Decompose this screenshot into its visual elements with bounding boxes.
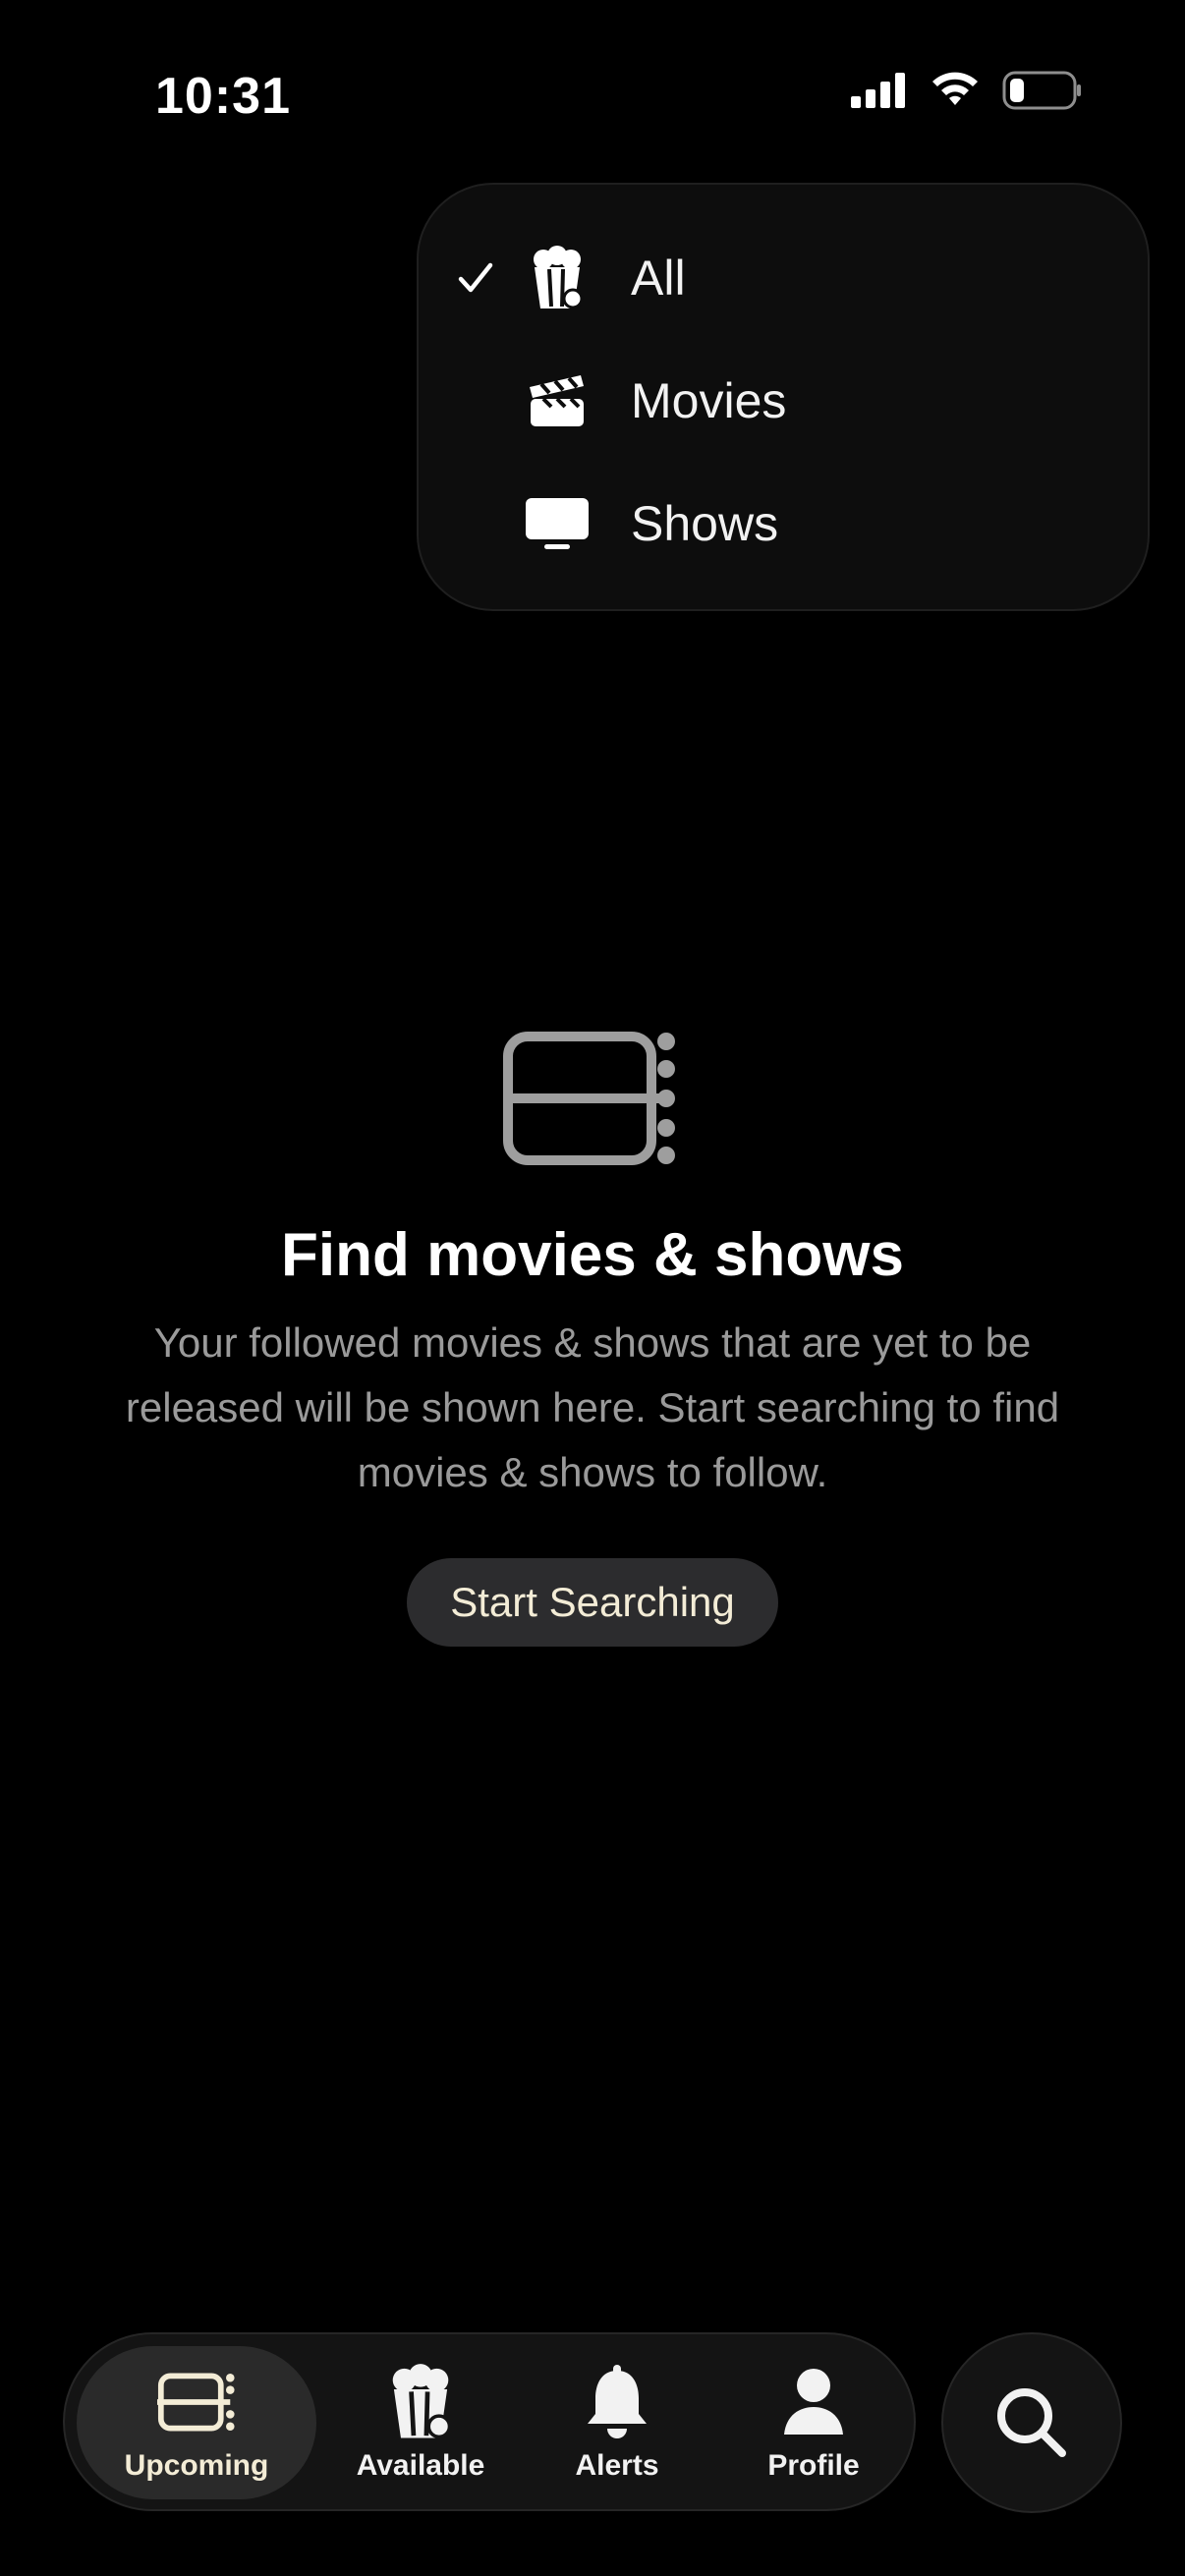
filter-option-label: All <box>631 251 686 306</box>
filter-option-all[interactable]: All <box>419 224 1148 332</box>
tab-alerts[interactable]: Alerts <box>529 2346 705 2499</box>
start-searching-button[interactable]: Start Searching <box>407 1558 778 1647</box>
wifi-icon <box>932 72 978 105</box>
empty-state-description: Your followed movies & shows that are ye… <box>125 1319 1060 1495</box>
tab-label: Profile <box>767 2449 860 2482</box>
filter-option-label: Movies <box>631 373 787 428</box>
tab-label: Available <box>356 2449 485 2482</box>
tab-profile[interactable]: Profile <box>725 2346 902 2499</box>
tab-label: Upcoming <box>124 2449 269 2482</box>
popcorn-icon <box>525 246 590 310</box>
tab-bar: Upcoming Available Alerts Profile <box>63 2332 916 2511</box>
tv-icon <box>525 491 590 556</box>
popcorn-icon <box>381 2363 460 2441</box>
filter-option-movies[interactable]: Movies <box>419 347 1148 455</box>
filter-option-label: Shows <box>631 496 779 551</box>
cellular-signal-icon <box>851 73 905 108</box>
filter-option-shows[interactable]: Shows <box>419 470 1148 578</box>
tab-label: Alerts <box>575 2449 659 2482</box>
filter-dropdown-menu: All Movies Shows <box>417 183 1150 611</box>
checkmark-icon <box>458 262 493 293</box>
film-strip-icon <box>503 1032 675 1165</box>
status-time: 10:31 <box>155 68 291 125</box>
bell-icon <box>578 2363 656 2441</box>
search-icon <box>997 2388 1066 2457</box>
search-button[interactable] <box>941 2332 1122 2513</box>
film-strip-icon <box>157 2363 236 2441</box>
clapperboard-icon <box>525 368 590 433</box>
status-icons <box>851 71 1083 110</box>
tab-upcoming[interactable]: Upcoming <box>77 2346 316 2499</box>
battery-icon <box>1002 71 1081 110</box>
person-icon <box>774 2363 853 2441</box>
tab-available[interactable]: Available <box>332 2346 509 2499</box>
empty-state-title: Find movies & shows <box>281 1221 904 1289</box>
